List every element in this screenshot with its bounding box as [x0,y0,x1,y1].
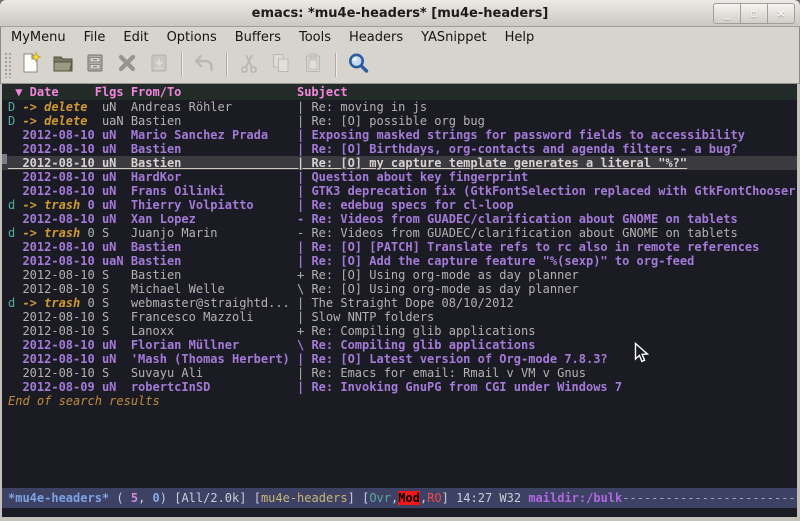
new-file-icon [19,51,43,79]
message-row[interactable]: 2012-08-10 uN Bastien | Re: [O] my captu… [2,156,797,170]
cut-button [233,50,265,80]
message-row[interactable]: d -> trash 0 S webmaster@straightd... | … [2,296,797,310]
modeline-segment: *mu4e-headers* [8,491,109,505]
message-row[interactable]: 2012-08-10 S Lanoxx + Re: Compiling glib… [2,324,797,338]
modeline-segment: Ovr [369,491,391,505]
modeline-segment: 5 [131,491,138,505]
message-row[interactable]: d -> trash 0 S Juanjo Marin - Re: Videos… [2,226,797,240]
open-folder-icon [51,51,75,79]
toolbar-separator [226,53,227,77]
message-row[interactable]: 2012-08-10 uN HardKor | Question about k… [2,170,797,184]
message-row[interactable]: 2012-08-10 S Bastien + Re: [O] Using org… [2,268,797,282]
menu-item-buffers[interactable]: Buffers [226,28,290,47]
modeline-segment: mu4e-headers [261,491,348,505]
undo-icon [192,51,216,79]
window-controls: _▫× [713,3,795,24]
paste-button [297,50,329,80]
message-row[interactable]: 2012-08-10 S Suvayu Ali | Re: Emacs for … [2,366,797,380]
menu-item-headers[interactable]: Headers [340,28,412,47]
message-row[interactable]: 2012-08-10 uN Florian Müllner \ Re: Comp… [2,338,797,352]
frame-content: ▼ Date Flgs From/To Subject D -> delete … [0,83,800,521]
window-title: emacs: *mu4e-headers* [mu4e-headers] [252,6,549,21]
modeline-segment: ] [442,491,456,505]
maximize-button[interactable]: ▫ [741,3,768,24]
message-row[interactable]: 2012-08-10 uaN Bastien | Re: [O] Add the… [2,254,797,268]
search-icon [346,51,370,79]
menu-item-tools[interactable]: Tools [290,28,340,47]
message-row[interactable]: 2012-08-10 S Francesco Mazzoli | Slow NN… [2,310,797,324]
message-row[interactable]: 2012-08-10 uN Mario Sanchez Prada | Expo… [2,128,797,142]
message-row[interactable]: 2012-08-10 uN Bastien | Re: [O] [PATCH] … [2,240,797,254]
message-row[interactable]: 2012-08-10 uN Bastien | Re: [O] Birthday… [2,142,797,156]
toolbar [0,47,800,83]
message-row[interactable]: 2012-08-10 uN 'Mash (Thomas Herbert) | R… [2,352,797,366]
message-row[interactable]: 2012-08-10 S Michael Welle \ Re: [O] Usi… [2,282,797,296]
open-folder-button[interactable] [47,50,79,80]
modeline-segment: [ [254,491,261,505]
search-button[interactable] [342,50,374,80]
message-row[interactable]: 2012-08-09 uN robertcInSD | Re: Invoking… [2,380,797,394]
save-as-icon [147,51,171,79]
menu-bar: MyMenuFileEditOptionsBuffersToolsHeaders… [0,27,800,47]
message-row[interactable]: 2012-08-10 uN Frans Oilinki | GTK3 depre… [2,184,797,198]
mu4e-headers-buffer: ▼ Date Flgs From/To Subject D -> delete … [2,84,797,517]
modeline-segment: Mod [398,491,420,505]
menu-item-file[interactable]: File [75,28,115,47]
headers-column-header[interactable]: ▼ Date Flgs From/To Subject [2,84,797,100]
modeline-segment: RO [427,491,441,505]
title-bar: emacs: *mu4e-headers* [mu4e-headers] _▫× [0,0,800,27]
close-icon [115,51,139,79]
undo-button [188,50,220,80]
cut-icon [237,51,261,79]
menu-item-yasnippet[interactable]: YASnippet [412,28,496,47]
close-button[interactable] [111,50,143,80]
modeline-segment: maildir:/bulk [528,491,622,505]
toolbar-drag-handle[interactable] [4,52,11,78]
mode-line: *mu4e-headers* ( 5, 0) [All/2.0k] [mu4e-… [2,488,797,508]
message-row[interactable]: D -> delete uaN Bastien | Re: [O] possib… [2,114,797,128]
emacs-window: emacs: *mu4e-headers* [mu4e-headers] _▫×… [0,0,800,521]
message-row[interactable]: D -> delete uN Andreas Röhler | Re: movi… [2,100,797,114]
modeline-segment: 0 [153,491,160,505]
empty-buffer-space [2,408,797,488]
close-button[interactable]: × [768,3,795,24]
menu-item-mymenu[interactable]: MyMenu [2,28,75,47]
toolbar-separator [335,53,336,77]
copy-button [265,50,297,80]
save-as-button [143,50,175,80]
save-icon [83,51,107,79]
message-list: D -> delete uN Andreas Röhler | Re: movi… [2,100,797,394]
paste-icon [301,51,325,79]
minimize-button[interactable]: _ [713,3,741,24]
modeline-segment: 14:27 W32 [456,491,528,505]
minibuffer[interactable] [2,508,797,517]
end-of-search-text: End of search results [2,394,797,408]
message-row[interactable]: d -> trash 0 uN Thierry Volpiatto | Re: … [2,198,797,212]
menu-item-options[interactable]: Options [158,28,226,47]
menu-item-edit[interactable]: Edit [114,28,157,47]
menu-item-help[interactable]: Help [496,28,544,47]
scrollbar-thumb[interactable] [2,154,7,164]
modeline-segment: ) [160,491,174,505]
modeline-segment: , [138,491,152,505]
toolbar-separator [181,53,182,77]
modeline-segment: ] [348,491,362,505]
modeline-segment: ( [109,491,131,505]
modeline-segment: [All/2.0k] [174,491,253,505]
copy-icon [269,51,293,79]
save-button[interactable] [79,50,111,80]
modeline-segment: ----------------------------------------… [622,491,797,505]
message-row[interactable]: 2012-08-10 uN Xan Lopez - Re: Videos fro… [2,212,797,226]
new-file-button[interactable] [15,50,47,80]
